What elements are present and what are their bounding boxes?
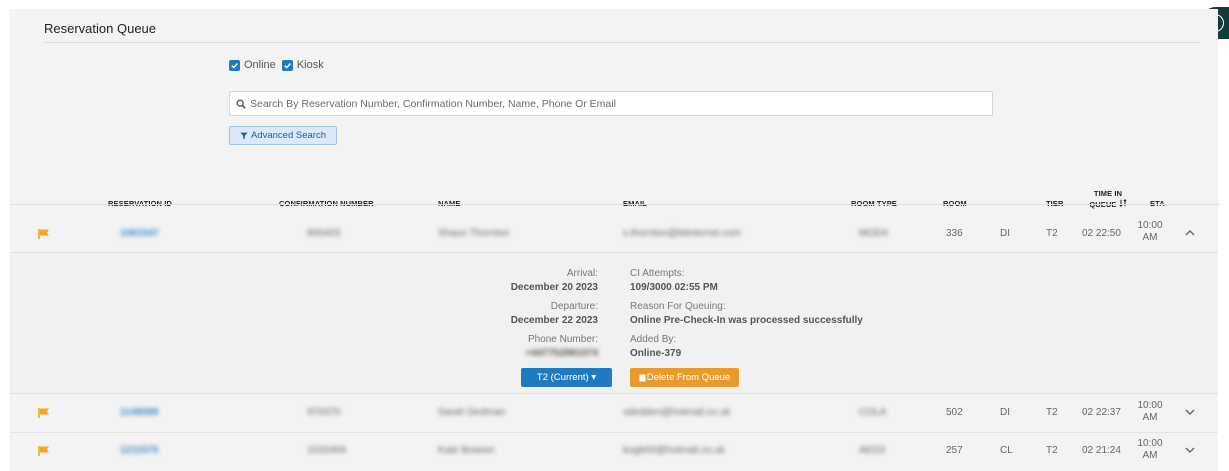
departure-value: December 22 2023 <box>510 315 598 326</box>
online-checkbox[interactable] <box>229 59 240 71</box>
kiosk-label: Kiosk <box>296 59 324 71</box>
reservation-details-panel: Arrival: December 20 2023 Departure: Dec… <box>10 252 1218 394</box>
chevron-up-icon[interactable] <box>1184 227 1196 239</box>
page-title: Reservation Queue <box>44 21 157 36</box>
guest-email: kogb00@hotmail.co.uk <box>623 445 725 456</box>
room-code: DI <box>1000 407 1010 418</box>
eta: 10:00 AM <box>1136 438 1164 462</box>
table-row[interactable]: 1211575 1020469 Kate Bowser kogb00@hotma… <box>10 433 1218 471</box>
flag-icon[interactable] <box>38 446 50 456</box>
delete-from-queue-label: Delete From Queue <box>646 372 731 383</box>
eta-ampm: AM <box>1142 450 1158 461</box>
eta-ampm: AM <box>1142 412 1158 423</box>
guest-name: Kate Bowser <box>438 445 495 456</box>
arrival-label: Arrival: <box>566 268 598 279</box>
eta-time: 10:00 <box>1137 220 1163 231</box>
reason-value: Online Pre-Check-In was processed succes… <box>630 315 863 326</box>
phone-label: Phone Number: <box>527 334 598 345</box>
column-header-time-in-queue[interactable]: TIME IN QUEUE <box>1088 189 1128 210</box>
kiosk-checkbox[interactable] <box>281 59 293 71</box>
advanced-search-label: Advanced Search <box>251 130 326 141</box>
room-number: 502 <box>946 407 963 418</box>
phone-value: +447752881074 <box>525 348 598 359</box>
tier: T2 <box>1046 228 1058 239</box>
tier: T2 <box>1046 445 1058 456</box>
guest-email: sdedden@hotmail.co.uk <box>623 407 731 418</box>
room-code: DI <box>1000 228 1010 239</box>
eta-time: 10:00 <box>1137 400 1163 411</box>
added-by-value: Online-379 <box>630 348 682 359</box>
room-number: 257 <box>946 445 963 456</box>
time-in-queue: 02 21:24 <box>1082 445 1121 456</box>
reservation-id-link[interactable]: 1149088 <box>120 407 158 418</box>
eta-ampm: AM <box>1142 232 1158 243</box>
confirmation-number: 1020469 <box>307 445 346 456</box>
check-icon <box>284 62 291 69</box>
eta: 10:00 AM <box>1136 400 1164 424</box>
trash-icon <box>639 374 646 381</box>
online-label: Online <box>244 59 276 71</box>
delete-from-queue-button[interactable]: Delete From Queue <box>630 368 739 387</box>
confirmation-number: 970370 <box>307 407 341 418</box>
filter-icon <box>240 132 248 139</box>
table-row[interactable]: 1149088 970370 Sarah Dedman sdedden@hotm… <box>10 395 1218 433</box>
time-in-queue-header-line1: TIME IN <box>1093 189 1123 198</box>
tier: T2 <box>1046 407 1058 418</box>
reservation-id-link[interactable]: 1061547 <box>120 228 159 239</box>
check-icon <box>231 62 238 69</box>
search-box <box>229 91 993 116</box>
eta: 10:00 AM <box>1136 220 1164 244</box>
title-divider <box>43 42 1200 43</box>
search-input[interactable] <box>250 97 970 110</box>
chevron-down-icon[interactable] <box>1184 406 1196 418</box>
room-type: AED3 <box>859 445 886 456</box>
departure-label: Departure: <box>550 301 598 312</box>
room-type: COLA <box>859 407 887 418</box>
time-in-queue: 02 22:37 <box>1082 407 1121 418</box>
table-row[interactable]: 1061547 900403 Shaun Thornton s.thornton… <box>10 214 1218 252</box>
header-divider <box>10 204 1219 205</box>
arrival-value: December 20 2023 <box>510 282 598 293</box>
eta-time: 10:00 <box>1137 438 1163 449</box>
guest-name: Shaun Thornton <box>438 228 510 239</box>
ci-attempts-label: CI Attempts: <box>630 268 685 279</box>
room-type: MOD4 <box>859 228 888 239</box>
flag-icon[interactable] <box>38 229 50 239</box>
room-number: 336 <box>946 228 963 239</box>
chevron-down-icon[interactable] <box>1184 444 1196 456</box>
sort-icon[interactable] <box>1119 199 1127 207</box>
ci-attempts-value: 109/3000 02:55 PM <box>630 282 718 293</box>
time-in-queue: 02 22:50 <box>1082 228 1121 239</box>
room-code: CL <box>1000 445 1013 456</box>
search-icon <box>236 99 246 109</box>
tier-dropdown-button[interactable]: T2 (Current) ▾ <box>521 368 612 387</box>
flag-icon[interactable] <box>38 408 50 418</box>
guest-email: s.thornton@btinternet.com <box>623 228 741 239</box>
reservation-id-link[interactable]: 1211575 <box>120 445 158 456</box>
confirmation-number: 900403 <box>307 228 341 239</box>
added-by-label: Added By: <box>630 334 677 345</box>
advanced-search-button[interactable]: Advanced Search <box>229 126 337 145</box>
channel-filters: Online Kiosk <box>229 59 330 71</box>
reason-label: Reason For Queuing: <box>630 301 726 312</box>
guest-name: Sarah Dedman <box>438 407 506 418</box>
